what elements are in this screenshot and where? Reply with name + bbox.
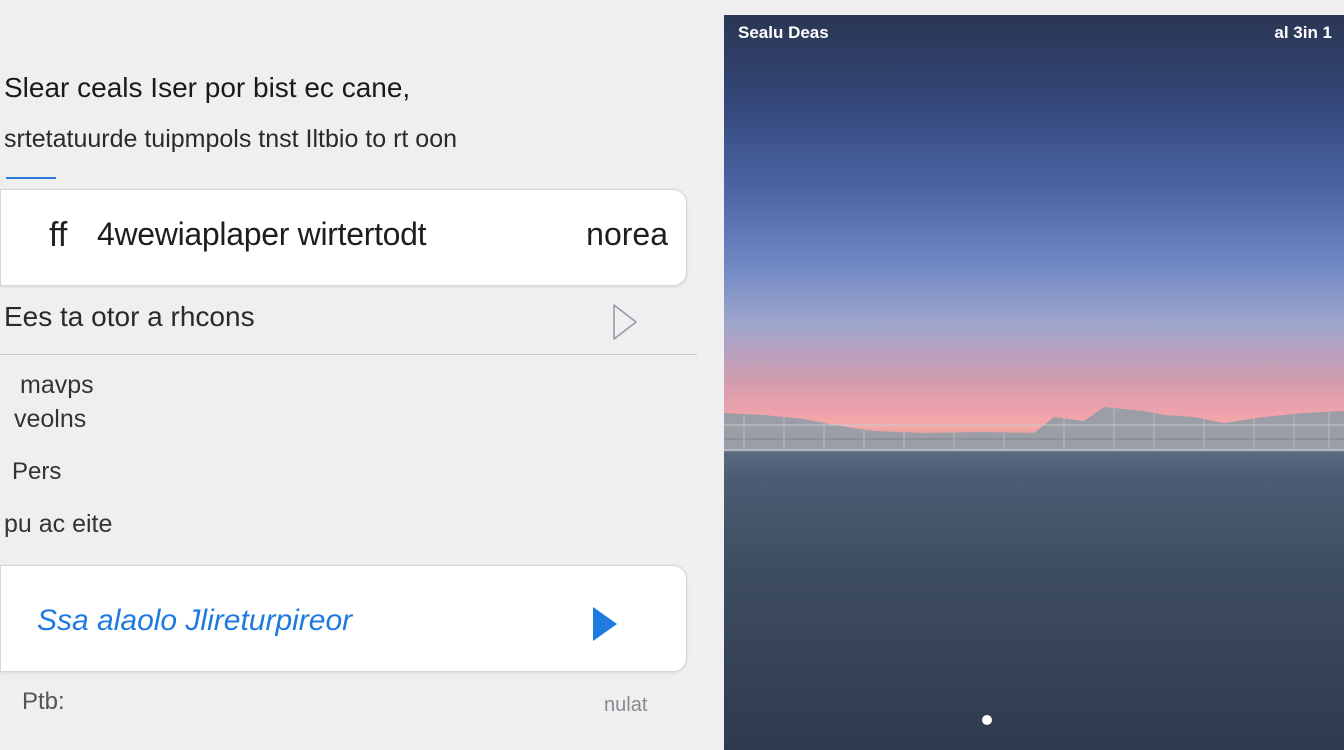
- skyline-silhouette: [724, 407, 1344, 449]
- chevron-right-icon: [613, 304, 637, 340]
- wallpaper-preview: Sealu Deas al 3in 1: [724, 15, 1344, 750]
- intro-text-line-2: srtetatuurde tuipmpols tnst Iltbio to rt…: [4, 125, 458, 153]
- play-icon: [593, 607, 617, 641]
- set-wallpaper-label: Ssa alaolo Jlireturpireor: [37, 604, 353, 637]
- footer-right-text: nulat: [604, 694, 648, 716]
- wallpaper-setting-value: norea: [586, 216, 668, 252]
- set-wallpaper-card[interactable]: Ssa alaolo Jlireturpireor: [0, 565, 687, 672]
- section-accent-divider: [6, 177, 56, 179]
- horizon-line: [724, 449, 1344, 451]
- footer-left-text: Ptb:: [22, 688, 65, 715]
- options-row-label: Ees ta otor a rhcons: [4, 301, 255, 332]
- sub-item-1[interactable]: mavps: [20, 371, 94, 400]
- wallpaper-icon: ff: [49, 216, 68, 254]
- page-indicator-dot[interactable]: [982, 715, 992, 725]
- intro-text-line-1: Slear ceals Iser por bist ec cane,: [4, 72, 411, 103]
- status-bar: Sealu Deas al 3in 1: [724, 15, 1344, 49]
- screen: Slear ceals Iser por bist ec cane, srtet…: [0, 0, 1344, 750]
- wallpaper-setting-card[interactable]: ff 4wewiaplaper wirtertodt norea: [0, 189, 687, 286]
- wallpaper-setting-label: 4wewiaplaper wirtertodt: [97, 216, 427, 252]
- status-carrier: Sealu Deas: [738, 23, 829, 42]
- sub-item-3[interactable]: Pers: [12, 458, 61, 486]
- status-signal-time: al 3in 1: [1274, 23, 1332, 42]
- sub-item-2[interactable]: veolns: [14, 405, 86, 434]
- settings-panel: Slear ceals Iser por bist ec cane, srtet…: [0, 0, 700, 750]
- options-row[interactable]: Ees ta otor a rhcons: [0, 288, 697, 355]
- sub-item-4[interactable]: pu ac eite: [4, 510, 112, 539]
